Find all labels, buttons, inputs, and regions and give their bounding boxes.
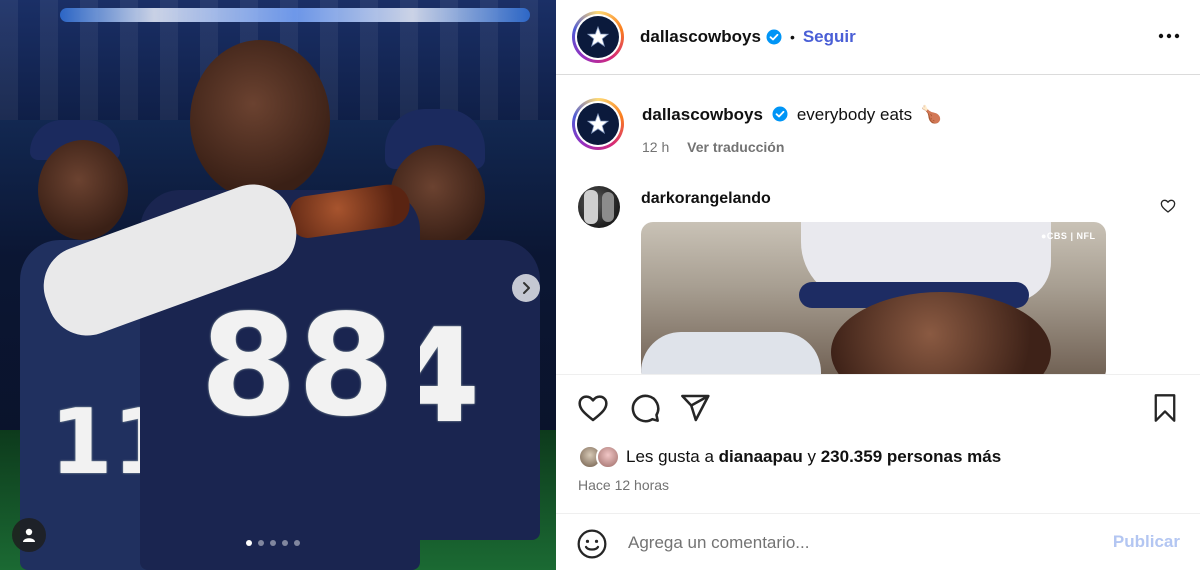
comment-input[interactable] [628, 526, 1088, 560]
verified-icon [772, 106, 788, 122]
post-sidebar: dallascowboys • Seguir dallascowboys eve… [556, 0, 1200, 570]
caption-time[interactable]: 12 h [642, 139, 669, 155]
header-username[interactable]: dallascowboys [640, 27, 761, 47]
save-button[interactable] [1148, 391, 1182, 425]
liker-avatar[interactable] [596, 445, 620, 469]
carousel-dot [294, 540, 300, 546]
comment-composer: Publicar [556, 513, 1200, 570]
save-icon [1154, 394, 1176, 422]
heart-icon [578, 395, 608, 422]
see-translation-link[interactable]: Ver traducción [687, 139, 784, 155]
tagged-users-button[interactable] [12, 518, 46, 552]
share-button[interactable] [678, 391, 712, 425]
account-avatar[interactable] [572, 11, 624, 63]
caption-emoji: 🍗 [920, 105, 942, 124]
heart-icon [1160, 199, 1176, 213]
post-dialog: 11 4 88 dallascowboys • Seguir dallascow… [0, 0, 1200, 570]
gif-network-badge: ●CBS | NFL [1041, 231, 1096, 241]
carousel-indicator [246, 540, 300, 546]
likes-count-link[interactable]: 230.359 personas más [821, 447, 1002, 466]
share-icon [681, 394, 710, 422]
carousel-dot [282, 540, 288, 546]
post-header: dallascowboys • Seguir [556, 0, 1200, 75]
caption-meta: 12 h Ver traducción [642, 139, 784, 155]
comments-section[interactable]: dallascowboys everybody eats 🍗 12 h Ver … [556, 76, 1200, 374]
publish-button[interactable]: Publicar [1113, 532, 1180, 552]
caption-username[interactable]: dallascowboys [642, 105, 763, 124]
star-logo-icon [586, 25, 610, 47]
caption-text: everybody eats [796, 105, 913, 124]
chevron-right-icon [523, 282, 530, 294]
comment-button[interactable] [628, 391, 662, 425]
follow-button[interactable]: Seguir [803, 27, 856, 47]
carousel-dot [258, 540, 264, 546]
comment-gif[interactable]: ●CBS | NFL [641, 222, 1106, 374]
likes-connector: y [807, 447, 816, 466]
user-tag-icon [23, 528, 35, 542]
carousel-dot [246, 540, 252, 546]
header-separator: • [789, 29, 795, 45]
likes-summary: Les gusta a dianaapau y 230.359 personas… [578, 445, 1001, 469]
more-options-button[interactable] [1154, 24, 1184, 48]
comment-avatar[interactable] [578, 186, 620, 228]
emoji-icon [577, 529, 607, 559]
emoji-button[interactable] [576, 528, 608, 560]
post-actions: Les gusta a dianaapau y 230.359 personas… [556, 374, 1200, 514]
post-time[interactable]: Hace 12 horas [578, 477, 669, 493]
likes-prefix: Les gusta a [626, 447, 714, 466]
carousel-next-button[interactable] [512, 274, 540, 302]
stadium-light-band [60, 8, 530, 22]
post-media[interactable]: 11 4 88 [0, 0, 556, 570]
verified-icon [766, 29, 782, 45]
star-logo-icon [586, 112, 610, 134]
comment-icon [631, 394, 660, 423]
comment-username[interactable]: darkorangelando [641, 190, 771, 208]
like-button[interactable] [576, 391, 610, 425]
jersey-number-center: 88 [200, 285, 395, 448]
carousel-dot [270, 540, 276, 546]
more-icon [1158, 33, 1180, 39]
caption-avatar[interactable] [572, 98, 624, 150]
liker-username[interactable]: dianaapau [719, 447, 803, 466]
comment-like-button[interactable] [1160, 198, 1178, 216]
